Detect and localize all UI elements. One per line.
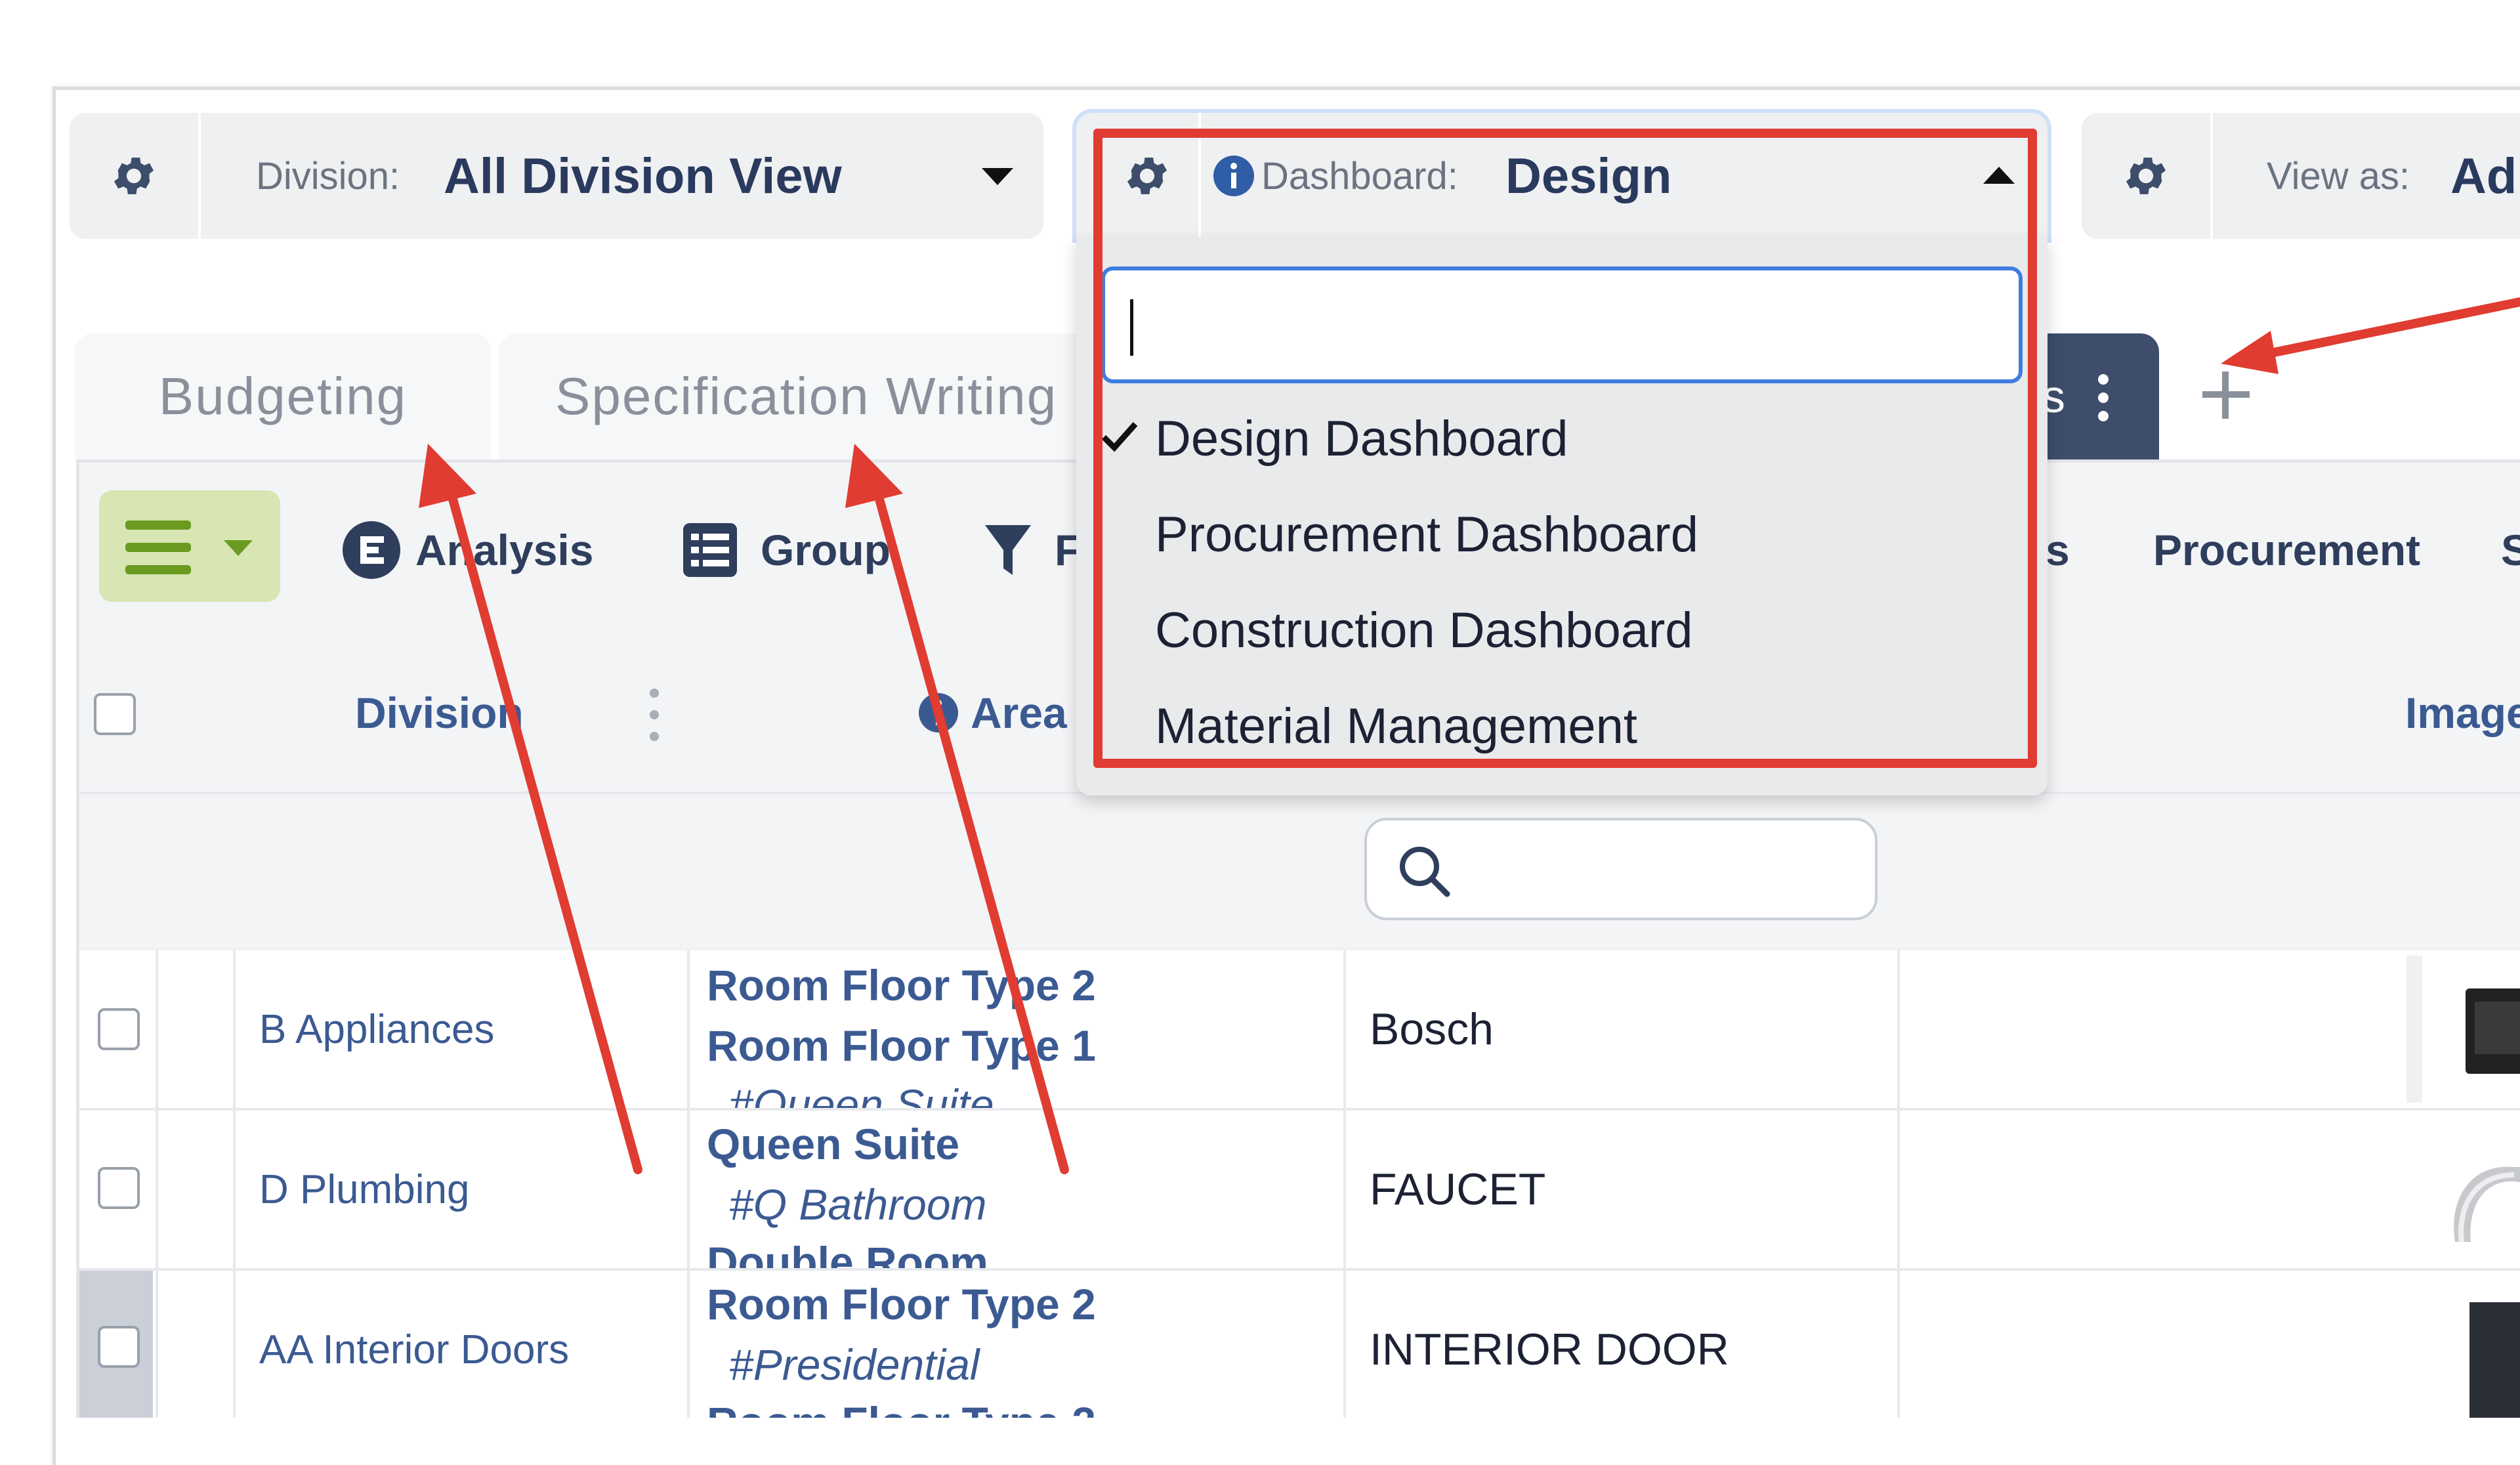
- plus-icon[interactable]: [2200, 369, 2252, 421]
- caret-down-icon: [982, 168, 1013, 185]
- toolbar-cutoff-label: S: [2501, 526, 2520, 574]
- toolbar-partial-item[interactable]: s: [2046, 463, 2070, 637]
- view-as-label: View as:: [2267, 154, 2410, 198]
- column-header-division[interactable]: Division: [355, 634, 524, 792]
- appliance-image[interactable]: [2466, 988, 2520, 1074]
- division-value: All Division View: [444, 148, 842, 204]
- tab-specification-writing[interactable]: Specification Writing: [499, 333, 1089, 459]
- column-header-area[interactable]: Area: [918, 634, 1067, 792]
- tab-label: Budgeting: [158, 367, 408, 425]
- row-checkbox[interactable]: [98, 1167, 140, 1209]
- cell-division[interactable]: AA Interior Doors: [259, 1271, 569, 1418]
- column-header-image[interactable]: Image: [2405, 634, 2520, 792]
- tab-label: Specification Writing: [555, 367, 1058, 425]
- select-all-checkbox[interactable]: [94, 693, 136, 735]
- cell-area-line: Room Floor Type 1: [707, 1021, 1096, 1070]
- division-label: Division:: [256, 154, 400, 198]
- view-as-gear-button[interactable]: [2082, 113, 2213, 239]
- tab-budgeting[interactable]: Budgeting: [75, 333, 491, 459]
- cell-division[interactable]: D Plumbing: [259, 1111, 469, 1268]
- toolbar-cutoff-item[interactable]: S: [2501, 463, 2520, 637]
- cell-item: Bosch: [1370, 1004, 1494, 1054]
- group-button[interactable]: Group: [682, 463, 891, 637]
- group-icon: [683, 523, 737, 577]
- annotation-highlight-box: [1093, 129, 2037, 768]
- cell-area-line: Room Floor Type 2: [707, 1393, 1096, 1418]
- kebab-icon[interactable]: [2093, 372, 2113, 424]
- cell-division[interactable]: B Appliances: [259, 950, 494, 1108]
- menu-button[interactable]: [99, 490, 280, 602]
- row-checkbox[interactable]: [98, 1326, 140, 1368]
- cell-area-line: Double Room: [707, 1238, 988, 1268]
- door-image[interactable]: [2469, 1302, 2520, 1418]
- group-label: Group: [761, 526, 891, 574]
- caret-down-icon: [224, 540, 253, 556]
- view-as-selector[interactable]: View as: Ad: [2082, 113, 2520, 239]
- filter-button[interactable]: F: [985, 463, 1081, 637]
- cell-item: FAUCET: [1370, 1164, 1546, 1214]
- cell-area-line: #Presidential: [729, 1340, 980, 1389]
- analysis-button[interactable]: Analysis: [342, 463, 593, 637]
- filter-row: [79, 794, 2520, 948]
- appliance-window: [2475, 1002, 2520, 1054]
- faucet-image[interactable]: [2442, 1143, 2520, 1242]
- column-header-label: Image: [2405, 689, 2520, 737]
- info-icon: [919, 693, 958, 732]
- column-header-label: Area: [971, 689, 1067, 737]
- kebab-icon[interactable]: [648, 687, 661, 743]
- cell-area-line: Room Floor Type 2: [707, 961, 1096, 1009]
- gear-icon: [2126, 158, 2166, 194]
- division-selector[interactable]: Division: All Division View: [70, 113, 1043, 239]
- thumbnail-frame: [2406, 956, 2422, 1103]
- cell-item: INTERIOR DOOR: [1370, 1325, 1729, 1374]
- row-checkbox[interactable]: [98, 1008, 140, 1050]
- cell-area-line: Room Floor Type 2: [707, 1280, 1096, 1328]
- procurement-button[interactable]: Procurement: [2153, 463, 2420, 637]
- menu-icon: [125, 520, 191, 574]
- column-search-input[interactable]: [1364, 818, 1878, 920]
- analysis-icon: [343, 521, 400, 579]
- cell-area-line: #Queen Suite: [729, 1080, 994, 1108]
- view-as-value: Ad: [2450, 148, 2517, 204]
- procurement-label: Procurement: [2153, 526, 2421, 574]
- analysis-label: Analysis: [415, 526, 594, 574]
- filter-icon: [985, 525, 1031, 575]
- gear-icon: [114, 158, 154, 194]
- cell-area-line: #Q Bathroom: [729, 1180, 987, 1229]
- cell-area-line: Queen Suite: [707, 1120, 960, 1168]
- division-gear-button[interactable]: [70, 113, 201, 239]
- column-header-label: Division: [355, 689, 524, 737]
- search-icon: [1400, 847, 1450, 897]
- toolbar-partial-label: s: [2046, 526, 2070, 574]
